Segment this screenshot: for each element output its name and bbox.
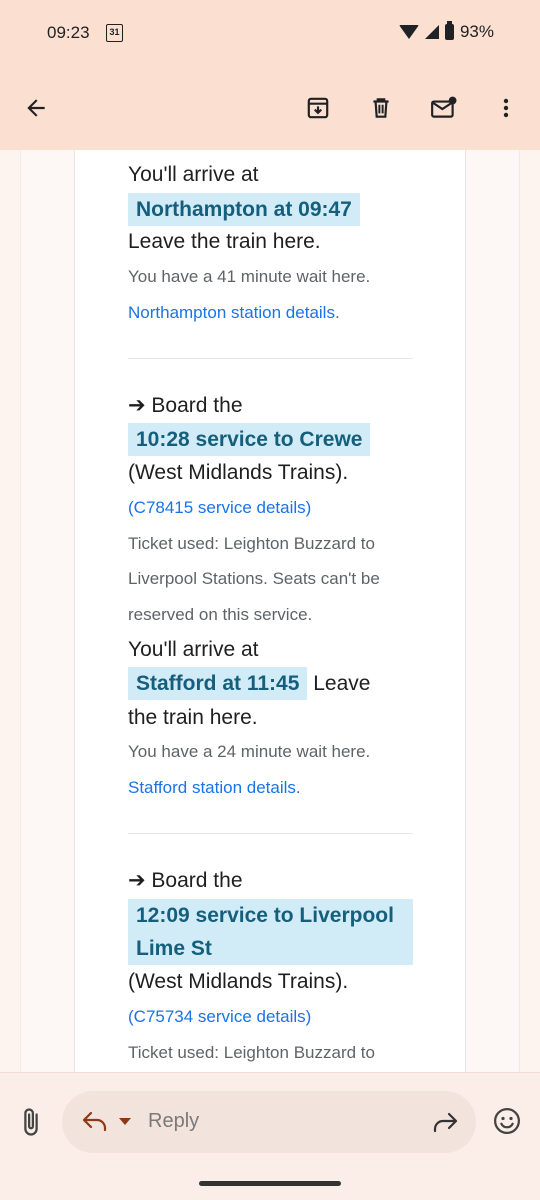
service-highlight-line1: 12:09 service to Liverpool (128, 899, 413, 932)
emoji-button[interactable] (492, 1106, 522, 1141)
back-button[interactable] (18, 90, 54, 126)
back-arrow-icon (27, 99, 45, 117)
forward-button[interactable] (432, 1111, 458, 1138)
leave-train-text: Leave the train here. (128, 230, 321, 253)
delete-icon (373, 98, 389, 118)
service-highlight-line2: Lime St (128, 932, 413, 965)
more-options-button[interactable] (488, 90, 524, 126)
delete-button[interactable] (363, 90, 399, 126)
reply-field[interactable]: Reply (62, 1091, 476, 1153)
more-vert-icon (503, 98, 509, 118)
reply-placeholder: Reply (148, 1110, 200, 1132)
email-body[interactable]: You'll arrive at Northampton at 09:47 Le… (0, 150, 540, 1072)
mark-unread-icon (431, 96, 457, 118)
divider (128, 358, 413, 359)
top-app-bar (0, 66, 540, 150)
mark-unread-button[interactable] (426, 90, 462, 126)
wifi-icon (398, 25, 419, 39)
ticket-text-line1: Ticket used: Leighton Buzzard to (128, 1043, 375, 1062)
ticket-text-line2: Liverpool Stations. Seats can't be (128, 569, 380, 588)
wait-text: You have a 41 minute wait here. (128, 267, 371, 286)
board-text: ➔ Board the (128, 869, 243, 892)
reply-mode-button[interactable] (82, 1110, 131, 1137)
service-row: 10:28 service to Crewe (128, 423, 418, 456)
arrival-station-highlight: Stafford at 11:45 (128, 667, 308, 700)
forward-arrow-icon (433, 1112, 458, 1133)
home-indicator[interactable] (199, 1181, 341, 1186)
leave-train-text-part1: Leave (313, 672, 371, 695)
station-details-link[interactable]: Stafford station details (128, 778, 296, 797)
arrive-intro: You'll arrive at (128, 638, 259, 661)
reply-bar: Reply (0, 1072, 540, 1200)
wait-text: You have a 24 minute wait here. (128, 742, 371, 761)
battery-icon (444, 21, 454, 40)
service-details-link[interactable]: (C78415 service details) (128, 490, 418, 525)
arrive-intro: You'll arrive at (128, 163, 259, 186)
station-details-row: Northampton station details. (128, 295, 418, 330)
status-bar: 09:23 31 93% (0, 0, 540, 66)
arrival-station-row: Northampton at 09:47 (128, 193, 418, 226)
reply-arrow-icon (82, 1111, 107, 1132)
arrival-station-row: Stafford at 11:45 Leave (128, 667, 418, 701)
service-highlight-block: 12:09 service to Liverpool Lime St (128, 899, 418, 965)
leave-train-text-part2: the train here. (128, 706, 258, 729)
ticket-text-line1: Ticket used: Leighton Buzzard to (128, 534, 375, 553)
calendar-icon: 31 (106, 24, 123, 42)
station-details-link[interactable]: Northampton station details (128, 303, 335, 322)
attachment-icon (24, 1108, 38, 1136)
attach-button[interactable] (16, 1107, 46, 1137)
service-highlight: 10:28 service to Crewe (128, 423, 371, 456)
emoji-icon (494, 1108, 520, 1134)
operator-text: (West Midlands Trains). (128, 970, 349, 993)
signal-icon (424, 25, 439, 39)
operator-text: (West Midlands Trains). (128, 461, 349, 484)
archive-icon (307, 97, 329, 119)
divider (128, 833, 413, 834)
battery-level: 93% (459, 22, 494, 41)
chevron-down-icon (119, 1118, 131, 1125)
archive-button[interactable] (300, 90, 336, 126)
ticket-text-line3: reserved on this service. (128, 605, 313, 624)
status-indicators: 93% (398, 21, 494, 42)
arrival-station-highlight: Northampton at 09:47 (128, 193, 360, 226)
link-period: . (334, 303, 340, 322)
link-period: . (295, 778, 301, 797)
station-details-row: Stafford station details. (128, 770, 418, 805)
status-time: 09:23 (47, 23, 90, 42)
board-text: ➔ Board the (128, 394, 243, 417)
service-details-link[interactable]: (C75734 service details) (128, 999, 418, 1034)
